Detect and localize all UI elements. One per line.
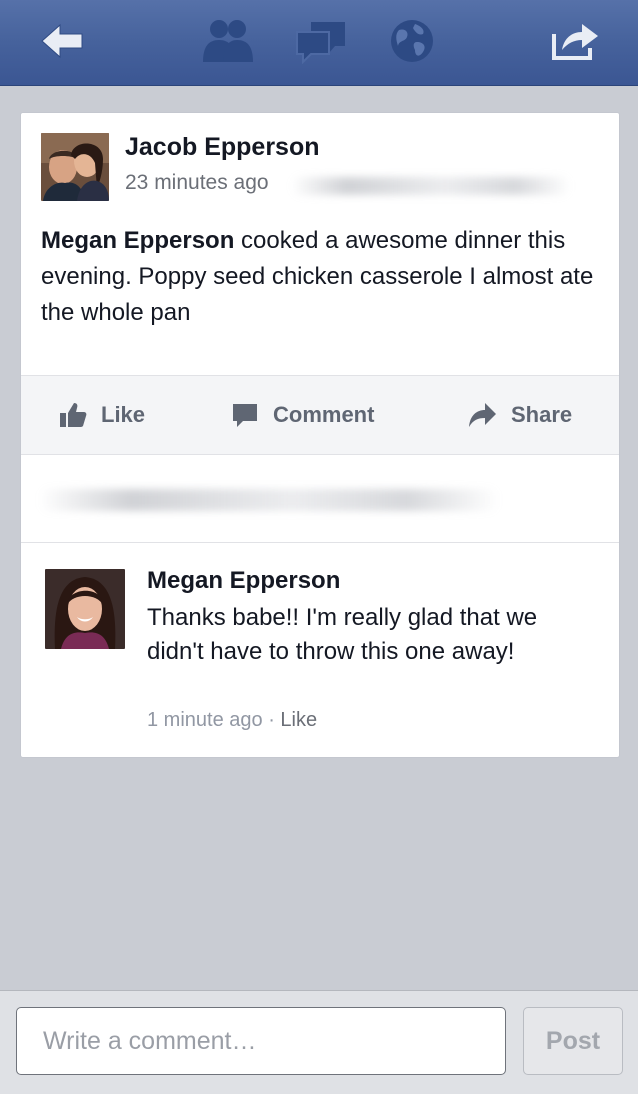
back-arrow-icon[interactable] xyxy=(34,16,90,66)
share-button[interactable]: Share xyxy=(467,376,572,454)
comment-timestamp: 1 minute ago xyxy=(147,709,263,731)
comment-author-name[interactable]: Megan Epperson xyxy=(147,567,340,595)
post-timestamp: 23 minutes ago xyxy=(125,171,269,194)
comment-author-avatar[interactable] xyxy=(45,569,125,649)
comment-bubble-icon xyxy=(233,404,257,427)
post-actions-bar: Like Comment Share xyxy=(21,375,619,455)
post-comment-button[interactable]: Post xyxy=(523,1007,623,1075)
comment-text: Thanks babe!! I'm really glad that we di… xyxy=(147,604,538,665)
meta-separator: · xyxy=(262,709,281,731)
comment-like-link[interactable]: Like xyxy=(280,709,317,731)
thumbs-up-icon xyxy=(60,403,87,427)
blurred-redaction xyxy=(291,177,571,195)
share-label: Share xyxy=(511,402,573,427)
messages-icon[interactable] xyxy=(293,16,349,66)
post-mention[interactable]: Megan Epperson xyxy=(41,227,234,254)
like-button[interactable]: Like xyxy=(59,376,145,454)
post-author-avatar[interactable] xyxy=(41,133,109,201)
like-label: Like xyxy=(101,402,146,427)
share-out-icon[interactable] xyxy=(547,16,603,66)
comment-meta: 1 minute ago · Like xyxy=(147,709,317,732)
comment-button[interactable]: Comment xyxy=(231,376,374,454)
post-card: Jacob Epperson 23 minutes ago Megan Eppe… xyxy=(20,112,620,758)
comment-composer: Post xyxy=(0,990,638,1094)
post-message: Megan Epperson cooked a awesome dinner t… xyxy=(41,223,601,331)
top-nav-bar xyxy=(0,0,638,86)
friends-icon[interactable] xyxy=(200,16,256,66)
comment-input[interactable] xyxy=(16,1007,506,1075)
notifications-globe-icon[interactable] xyxy=(384,16,440,66)
post-author-name[interactable]: Jacob Epperson xyxy=(125,133,320,162)
likes-summary-row[interactable] xyxy=(21,455,619,543)
comment-label: Comment xyxy=(273,402,375,427)
blurred-redaction xyxy=(39,489,499,511)
share-arrow-icon xyxy=(469,403,496,427)
